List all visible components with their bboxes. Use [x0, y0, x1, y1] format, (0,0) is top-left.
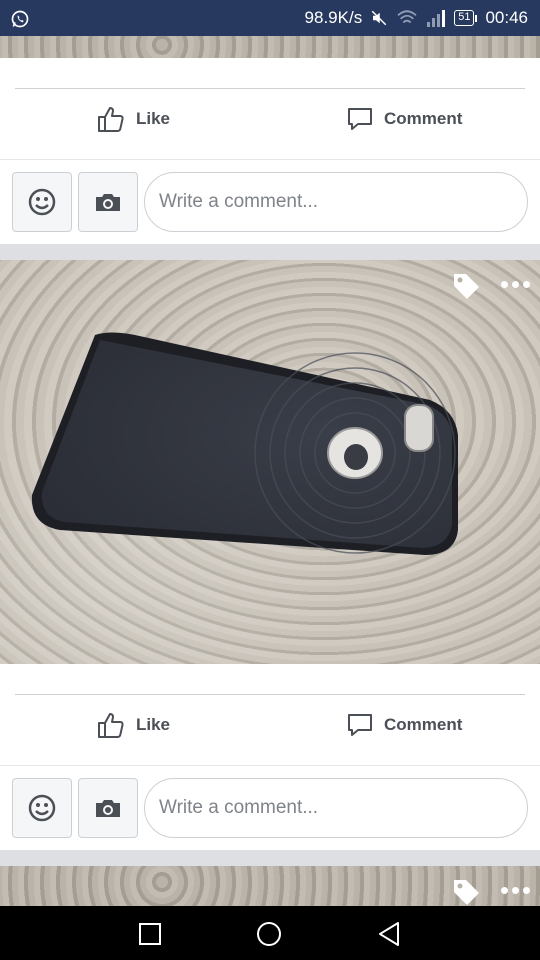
thumbs-up-icon	[98, 713, 124, 738]
divider	[0, 159, 540, 160]
post-actions-card: Like Comment	[0, 58, 540, 244]
battery-icon: 51	[454, 10, 478, 26]
comment-input[interactable]	[144, 778, 528, 838]
like-button[interactable]: Like	[96, 708, 170, 742]
camera-icon	[96, 194, 120, 211]
like-label: Like	[136, 715, 171, 734]
like-label: Like	[136, 109, 171, 128]
recents-icon[interactable]	[137, 921, 163, 947]
tag-icon[interactable]	[450, 270, 482, 302]
battery-level: 51	[454, 10, 475, 26]
comment-button[interactable]: Comment	[346, 102, 462, 136]
whatsapp-icon	[11, 10, 29, 28]
home-icon[interactable]	[256, 921, 282, 947]
divider	[0, 765, 540, 766]
smiley-icon	[28, 794, 56, 822]
emoji-button[interactable]	[12, 172, 72, 232]
more-options-icon[interactable]	[501, 887, 530, 894]
camera-icon	[96, 800, 120, 817]
camera-button[interactable]	[78, 172, 138, 232]
network-speed: 98.9K/s	[304, 8, 363, 27]
previous-post-photo[interactable]	[0, 36, 540, 58]
back-icon[interactable]	[376, 921, 402, 947]
comment-label: Comment	[384, 715, 463, 734]
divider	[15, 88, 525, 89]
more-options-icon[interactable]	[501, 281, 530, 288]
camera-button[interactable]	[78, 778, 138, 838]
emoji-button[interactable]	[12, 778, 72, 838]
comment-label: Comment	[384, 109, 463, 128]
phone-photo-subject	[31, 332, 458, 555]
wifi-icon	[397, 10, 417, 24]
navigation-bar	[0, 906, 540, 960]
clock: 00:46	[485, 8, 528, 27]
comment-input[interactable]	[144, 172, 528, 232]
comment-icon	[348, 714, 372, 736]
comment-button[interactable]: Comment	[346, 708, 462, 742]
smiley-icon	[28, 188, 56, 216]
post-actions-card: Like Comment	[0, 664, 540, 850]
comment-icon	[348, 108, 372, 130]
signal-icon	[427, 10, 446, 27]
next-post-photo[interactable]	[0, 866, 540, 906]
tag-icon[interactable]	[450, 876, 482, 906]
thumbs-up-icon	[98, 107, 124, 132]
mute-icon	[371, 10, 387, 26]
post-photo[interactable]	[0, 260, 540, 664]
like-button[interactable]: Like	[96, 102, 170, 136]
divider	[15, 694, 525, 695]
status-bar: 98.9K/s 51 00:46	[0, 0, 540, 36]
